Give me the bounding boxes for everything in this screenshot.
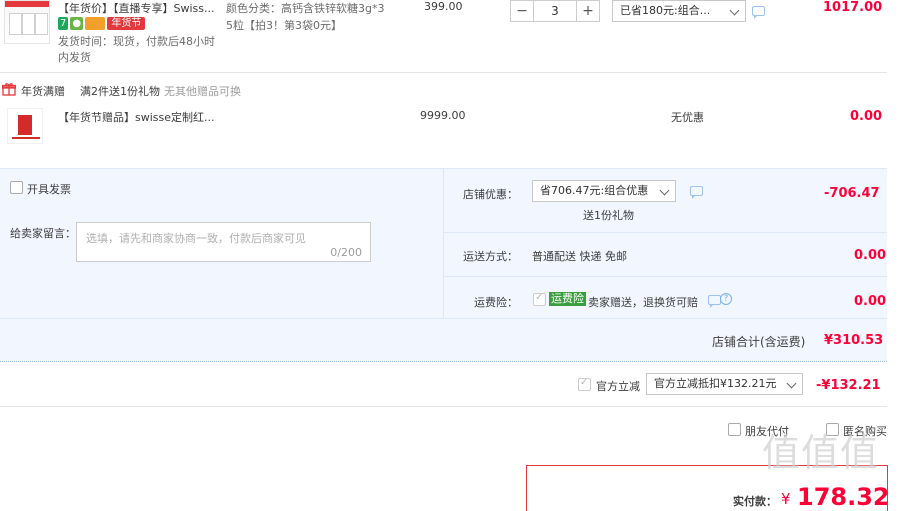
gift-promo-desc: 满2件送1份礼物 (80, 85, 160, 98)
qty-input[interactable]: 3 (534, 0, 576, 22)
item-subtotal: 1017.00 (823, 0, 883, 15)
official-discount-checkbox[interactable] (578, 377, 591, 391)
gift-price: 9999.00 (420, 109, 466, 122)
festival-badge: 年货节 (107, 17, 146, 30)
pay-label: 实付款： (733, 495, 777, 508)
official-discount-select[interactable]: 官方立减抵扣¥132.21元 (646, 373, 803, 395)
spec-line-2: 5粒【拍3！第3袋0元】 (226, 19, 342, 32)
official-discount-amount: -¥132.21 (816, 378, 881, 393)
chevron-down-icon (786, 378, 797, 389)
shop-discount-sub: 送1份礼物 (583, 209, 634, 222)
pay-amount: 178.32 (797, 483, 890, 511)
message-label: 给卖家留言： (10, 227, 76, 240)
seven-day-badge: 7 (58, 17, 69, 30)
delivery-amount: 0.00 (854, 248, 887, 263)
divider (0, 72, 887, 73)
shop-discount-value: 省706.47元:组合优惠 (540, 184, 649, 197)
pay-currency: ¥ (781, 490, 791, 508)
gift-subtotal: 0.00 (850, 109, 883, 124)
chat-icon[interactable] (708, 295, 721, 308)
order-item-row: 【年货价】【直播专享】Swiss... 7 ● 年货节 发货时间：现货，付款后4… (0, 0, 887, 72)
invoice-label: 开具发票 (27, 183, 71, 196)
guarantee-icon: ● (70, 17, 84, 30)
gift-discount: 无优惠 (671, 111, 704, 124)
shop-total-label: 店铺合计(含运费) (712, 335, 806, 349)
quantity-stepper: − 3 + (510, 0, 600, 22)
shipping-time-cont: 内发货 (58, 51, 91, 64)
chevron-down-icon (729, 5, 740, 16)
shipping-time: 发货时间：现货，付款后48小时 (58, 35, 215, 48)
delivery-value: 普通配送 快递 免邮 (532, 250, 627, 263)
gift-icon (1, 82, 17, 96)
card-icon (85, 17, 106, 30)
shop-discount-select[interactable]: 省706.47元:组合优惠 (532, 180, 676, 202)
gift-promo-label: 年货满赠 (21, 85, 65, 98)
shop-total-amount: ¥310.53 (824, 333, 884, 348)
insurance-tag: 运费险 (549, 292, 586, 306)
item-discount-value: 已省180元:组合... (620, 4, 711, 17)
qty-plus-button[interactable]: + (576, 0, 600, 22)
message-placeholder: 选填，请先和商家协商一致，付款后商家可见 (86, 232, 306, 245)
chevron-down-icon (659, 185, 670, 196)
official-discount-label: 官方立减 (596, 380, 640, 393)
friend-pay-checkbox[interactable] (728, 423, 741, 436)
invoice-checkbox[interactable] (10, 181, 23, 194)
divider (444, 276, 887, 277)
product-badges: 7 ● 年货节 (58, 17, 146, 30)
chat-icon[interactable] (690, 186, 703, 199)
shop-discount-amount: -706.47 (824, 186, 880, 201)
divider (0, 406, 887, 407)
panel-divider (443, 168, 444, 318)
insurance-amount: 0.00 (854, 294, 887, 309)
seller-message-input[interactable]: 选填，请先和商家协商一致，付款后商家可见 0/200 (76, 222, 371, 262)
item-discount-select[interactable]: 已省180元:组合... (612, 0, 746, 22)
qty-minus-button[interactable]: − (510, 0, 534, 22)
gift-thumbnail[interactable] (7, 108, 43, 144)
gift-title[interactable]: 【年货节赠品】swisse定制红... (58, 109, 215, 125)
insurance-checkbox[interactable] (533, 292, 546, 306)
unit-price: 399.00 (424, 0, 463, 13)
divider (444, 232, 887, 233)
product-thumbnail[interactable] (4, 0, 50, 44)
help-icon[interactable]: ? (720, 293, 732, 305)
insurance-label: 运费险： (474, 296, 518, 309)
product-title[interactable]: 【年货价】【直播专享】Swiss... (58, 0, 215, 16)
delivery-label: 运送方式： (463, 250, 518, 263)
official-discount-value: 官方立减抵扣¥132.21元 (654, 377, 777, 390)
message-counter: 0/200 (330, 246, 362, 259)
shop-discount-label: 店铺优惠： (463, 188, 518, 201)
spec-line-1: 颜色分类：高钙含铁锌软糖3g*3 (226, 2, 385, 15)
insurance-desc: 卖家赠送，退换货可赔 (588, 296, 698, 309)
gift-promo-note: 无其他赠品可换 (164, 85, 241, 98)
chat-icon[interactable] (752, 6, 765, 19)
watermark-logo: 值值值 (762, 431, 880, 475)
